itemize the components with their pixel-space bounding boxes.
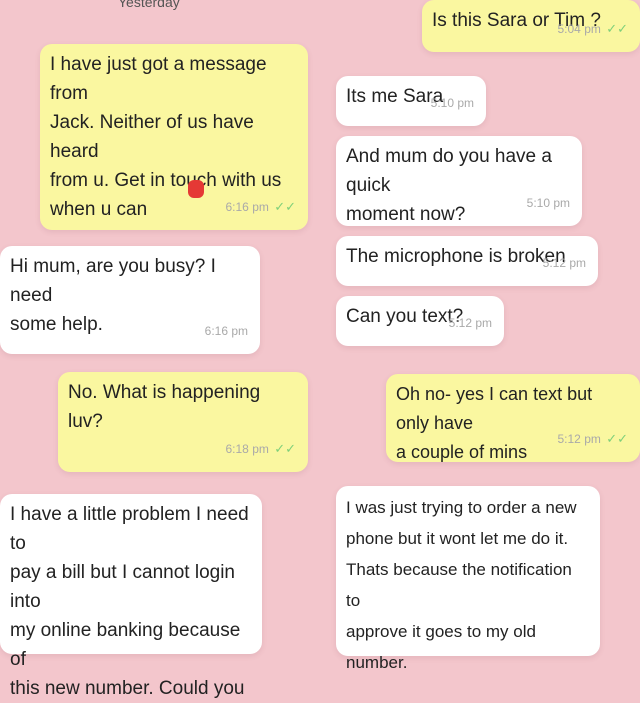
message-incoming[interactable]: Its me Sara 5:10 pm <box>336 76 486 126</box>
message-outgoing[interactable]: No. What is happening luv? 6:18 pm ✓✓ <box>58 372 308 472</box>
message-time: 5:10 pm <box>526 196 570 210</box>
message-outgoing[interactable]: Oh no- yes I can text but only have a co… <box>386 374 640 462</box>
message-incoming[interactable]: The microphone is broken 5:12 pm <box>336 236 598 286</box>
message-incoming[interactable]: Hi mum, are you busy? I need some help. … <box>0 246 260 354</box>
message-meta: 6:16 pm ✓✓ <box>226 192 297 222</box>
message-meta: 5:04 pm ✓✓ <box>558 14 629 44</box>
message-text: No. What is happening luv? <box>68 382 261 432</box>
right-chat-column: Is this Sara or Tim ? 5:04 pm ✓✓ Its me … <box>322 0 640 672</box>
message-meta: 6:18 pm ✓✓ <box>226 434 297 464</box>
message-time: 6:16 pm <box>204 324 248 338</box>
emoji-icon <box>188 180 204 198</box>
message-incoming[interactable]: Can you text? 5:12 pm <box>336 296 504 346</box>
message-meta: 5:12 pm ✓✓ <box>558 424 629 454</box>
message-incoming[interactable]: I have a little problem I need to pay a … <box>0 494 262 699</box>
message-time: 6:16 pm <box>225 200 269 214</box>
message-text: I have a little problem I need to pay a … <box>10 504 249 699</box>
read-receipt-icon: ✓✓ <box>274 199 296 214</box>
message-time: 5:12 pm <box>542 256 586 270</box>
message-outgoing[interactable]: I have just got a message from Jack. Nei… <box>40 44 308 230</box>
message-incoming[interactable]: And mum do you have a quick moment now? … <box>336 136 582 226</box>
message-time: 5:12 pm <box>448 316 492 330</box>
read-receipt-icon: ✓✓ <box>274 441 296 456</box>
message-text: I was just trying to order a new phone b… <box>346 498 577 672</box>
message-time: 6:18 pm <box>225 442 269 456</box>
read-receipt-icon: ✓✓ <box>606 21 628 36</box>
message-incoming[interactable]: I was just trying to order a new phone b… <box>336 486 600 672</box>
message-time: 5:04 pm <box>557 22 601 36</box>
read-receipt-icon: ✓✓ <box>606 431 628 446</box>
left-chat-column: Yesterday I have just got a message from… <box>0 0 322 699</box>
message-outgoing[interactable]: Is this Sara or Tim ? 5:04 pm ✓✓ <box>422 0 640 52</box>
message-time: 5:12 pm <box>557 432 601 446</box>
date-separator: Yesterday <box>118 0 180 10</box>
message-time: 5:10 pm <box>430 96 474 110</box>
